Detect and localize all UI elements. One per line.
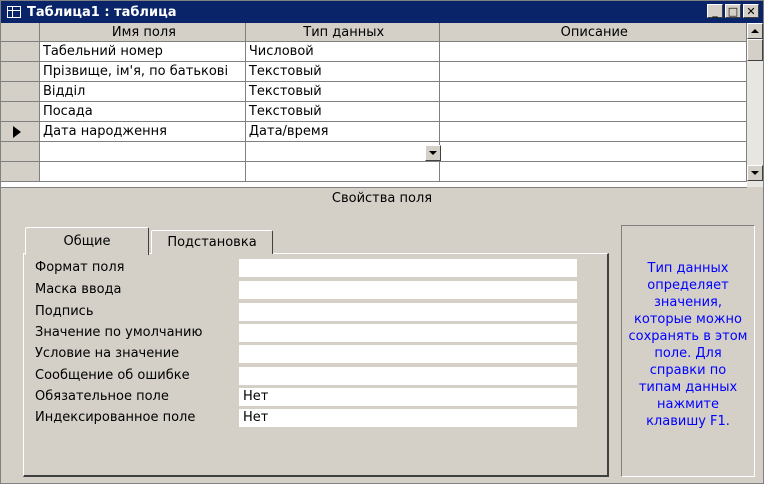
description-cell[interactable] [439,81,748,102]
table-row[interactable]: Посада Текстовый [1,101,748,122]
field-properties-header: Свойства поля [331,191,433,206]
property-label: Условие на значение [35,346,180,361]
field-name-cell[interactable]: Прізвище, ім'я, по батькові [39,61,246,82]
field-name-cell[interactable]: Відділ [39,81,246,102]
field-name-cell[interactable]: Посада [39,101,246,122]
scroll-thumb[interactable] [747,39,763,61]
table-row[interactable]: Прізвище, ім'я, по батькові Текстовый [1,61,748,82]
row-selector[interactable] [1,81,40,102]
maximize-button[interactable]: □ [725,4,741,18]
title-bar[interactable]: Таблица1 : таблица _ □ ✕ [1,1,763,23]
table-row[interactable]: Табельний номер Числовой [1,41,748,62]
row-selector[interactable] [1,141,40,162]
default-value-field[interactable] [239,324,577,342]
description-cell[interactable] [439,161,748,182]
arrow-up-icon [751,29,759,33]
property-label: Формат поля [35,260,125,275]
field-name-cell[interactable] [39,161,246,182]
close-button[interactable]: ✕ [743,4,759,18]
grid-vertical-scrollbar[interactable] [747,23,763,187]
chevron-down-icon [429,151,437,155]
field-name-cell[interactable]: Дата народження [39,121,246,142]
tab-general[interactable]: Общие [25,227,149,255]
header-field-name[interactable]: Имя поля [39,23,246,42]
caption-field[interactable] [239,303,577,321]
indexed-field[interactable]: Нет [239,409,577,427]
table-icon [7,6,21,18]
data-type-cell[interactable]: Дата/время [245,121,440,142]
input-mask-field[interactable] [239,281,577,299]
row-selector[interactable] [1,161,40,182]
description-cell[interactable] [439,101,748,122]
property-label: Подпись [35,304,94,319]
data-type-cell[interactable] [245,161,440,182]
description-cell[interactable] [439,41,748,62]
tab-lookup[interactable]: Подстановка [151,230,273,254]
property-label: Обязательное поле [35,389,169,404]
data-type-cell[interactable]: Текстовый [245,101,440,122]
data-type-cell[interactable]: Текстовый [245,61,440,82]
current-row-pointer-icon [13,125,21,138]
table-design-window: Таблица1 : таблица _ □ ✕ Имя поля Тип да… [0,0,764,484]
row-selector[interactable] [1,61,40,82]
data-type-cell[interactable]: Числовой [245,41,440,62]
data-type-dropdown-button[interactable] [425,145,441,161]
description-cell[interactable] [439,61,748,82]
property-label: Маска ввода [35,282,122,297]
validation-rule-field[interactable] [239,345,577,363]
property-label: Индексированное поле [35,410,196,425]
scroll-up-button[interactable] [747,23,763,39]
table-row-current[interactable]: Дата народження Дата/время [1,121,748,142]
table-row[interactable]: Відділ Текстовый [1,81,748,102]
table-row[interactable] [1,161,748,182]
table-row[interactable] [1,141,748,162]
property-label: Сообщение об ошибке [35,368,190,383]
arrow-down-icon [751,171,759,175]
scroll-down-button[interactable] [747,165,763,181]
row-selector[interactable] [1,101,40,122]
validation-text-field[interactable] [239,367,577,385]
description-cell[interactable] [439,121,748,142]
minimize-button[interactable]: _ [707,4,723,18]
row-selector-header[interactable] [1,23,40,42]
format-field[interactable] [239,259,577,277]
data-type-cell[interactable]: Текстовый [245,81,440,102]
field-grid: Имя поля Тип данных Описание Табельний н… [1,23,748,188]
window-title: Таблица1 : таблица [27,4,177,20]
description-cell[interactable] [439,141,748,162]
help-text-panel: Тип данных определяет значения, которые … [621,225,755,477]
row-selector[interactable] [1,41,40,62]
header-data-type[interactable]: Тип данных [245,23,440,42]
required-field[interactable]: Нет [239,388,577,406]
data-type-cell[interactable] [245,141,440,162]
field-name-cell[interactable] [39,141,246,162]
field-name-cell[interactable]: Табельний номер [39,41,246,62]
property-label: Значение по умолчанию [35,325,203,340]
row-selector[interactable] [1,121,40,142]
header-description[interactable]: Описание [439,23,748,42]
